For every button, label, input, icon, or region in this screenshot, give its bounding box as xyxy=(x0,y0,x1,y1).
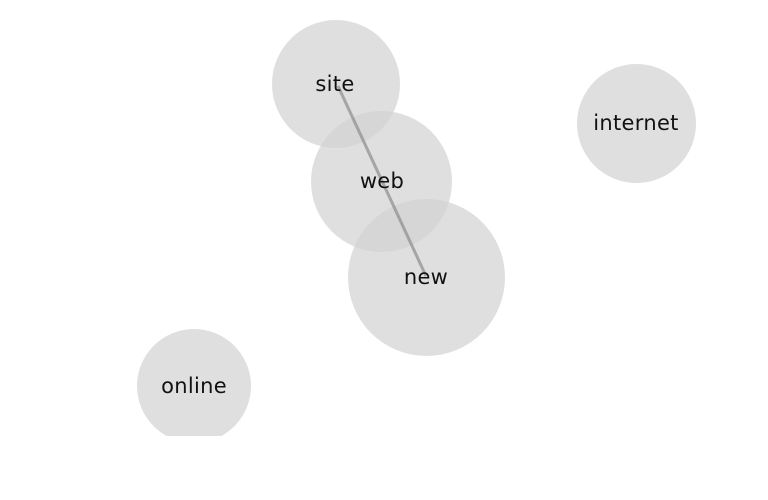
word-bubble-diagram: site web new internet online xyxy=(0,0,768,500)
node-label-site: site xyxy=(315,72,355,96)
node-label-online: online xyxy=(161,374,227,398)
node-label-web: web xyxy=(359,169,405,193)
node-label-internet: internet xyxy=(593,111,679,135)
node-label-new: new xyxy=(403,265,449,289)
edge-layer xyxy=(336,85,428,277)
diagram-area xyxy=(0,20,768,436)
